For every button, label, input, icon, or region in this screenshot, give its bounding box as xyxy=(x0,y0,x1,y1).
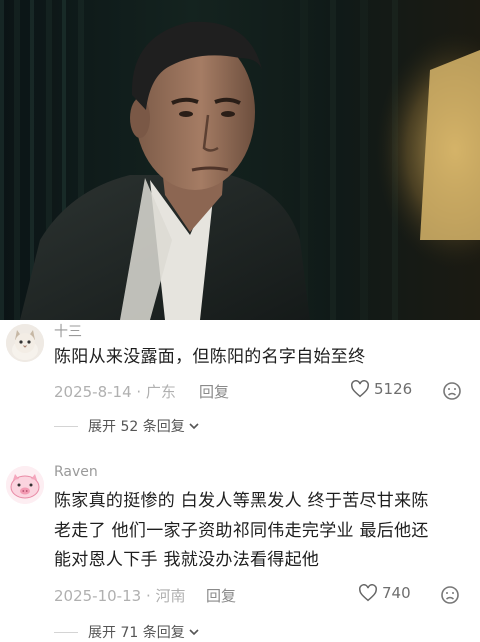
like-count: 5126 xyxy=(374,380,413,398)
avatar[interactable] xyxy=(6,324,44,362)
pig-avatar-icon xyxy=(6,466,44,504)
heart-outline-icon xyxy=(359,584,377,602)
comment-text-line: 陈家真的挺惨的 白发人等黑发人 终于苦尽甘来陈 xyxy=(54,491,429,511)
comment-username[interactable]: 十三 xyxy=(54,321,82,341)
comment-text: 陈家真的挺惨的 白发人等黑发人 终于苦尽甘来陈 老走了 他们一家子资助祁同伟走完… xyxy=(54,487,464,576)
like-button[interactable]: 5126 xyxy=(350,380,412,398)
comment-item: Raven 陈家真的挺惨的 白发人等黑发人 终于苦尽甘来陈 老走了 他们一家子资… xyxy=(0,462,480,642)
expand-replies-button[interactable]: 展开 71 条回复 xyxy=(54,622,200,642)
expand-divider xyxy=(54,425,78,427)
comment-date-location: 2025-8-14 · 广东 xyxy=(54,383,176,401)
video-still-image xyxy=(0,0,480,320)
like-button[interactable]: 740 xyxy=(358,584,411,602)
comment-item: 十三 陈阳从来没露面，但陈阳的名字自始至终 2025-8-14 · 广东 回复 … xyxy=(0,320,480,440)
comment-username[interactable]: Raven xyxy=(54,464,98,480)
expand-replies-label: 展开 52 条回复 xyxy=(88,419,185,435)
expand-replies-button[interactable]: 展开 52 条回复 xyxy=(54,416,200,436)
comment-date-location: 2025-10-13 · 河南 xyxy=(54,587,186,605)
comment-text-line: 老走了 他们一家子资助祁同伟走完学业 最后他还 xyxy=(54,520,429,541)
comment-text: 陈阳从来没露面，但陈阳的名字自始至终 xyxy=(54,347,366,367)
chevron-down-icon xyxy=(189,629,199,636)
cat-avatar-icon xyxy=(6,324,44,362)
video-still-illustration xyxy=(0,0,480,320)
avatar[interactable] xyxy=(6,466,44,504)
reply-button[interactable]: 回复 xyxy=(206,585,236,606)
chevron-down-icon xyxy=(189,423,199,430)
expand-replies-label: 展开 71 条回复 xyxy=(88,625,185,641)
heart-outline-icon xyxy=(351,380,369,398)
reply-button[interactable]: 回复 xyxy=(199,381,229,402)
comment-text-line: 能对恩人下手 我就没办法看得起他 xyxy=(54,550,320,570)
expand-divider xyxy=(54,631,78,633)
frown-face-icon[interactable] xyxy=(440,585,460,605)
frown-face-icon[interactable] xyxy=(442,381,462,401)
like-count: 740 xyxy=(382,584,411,602)
